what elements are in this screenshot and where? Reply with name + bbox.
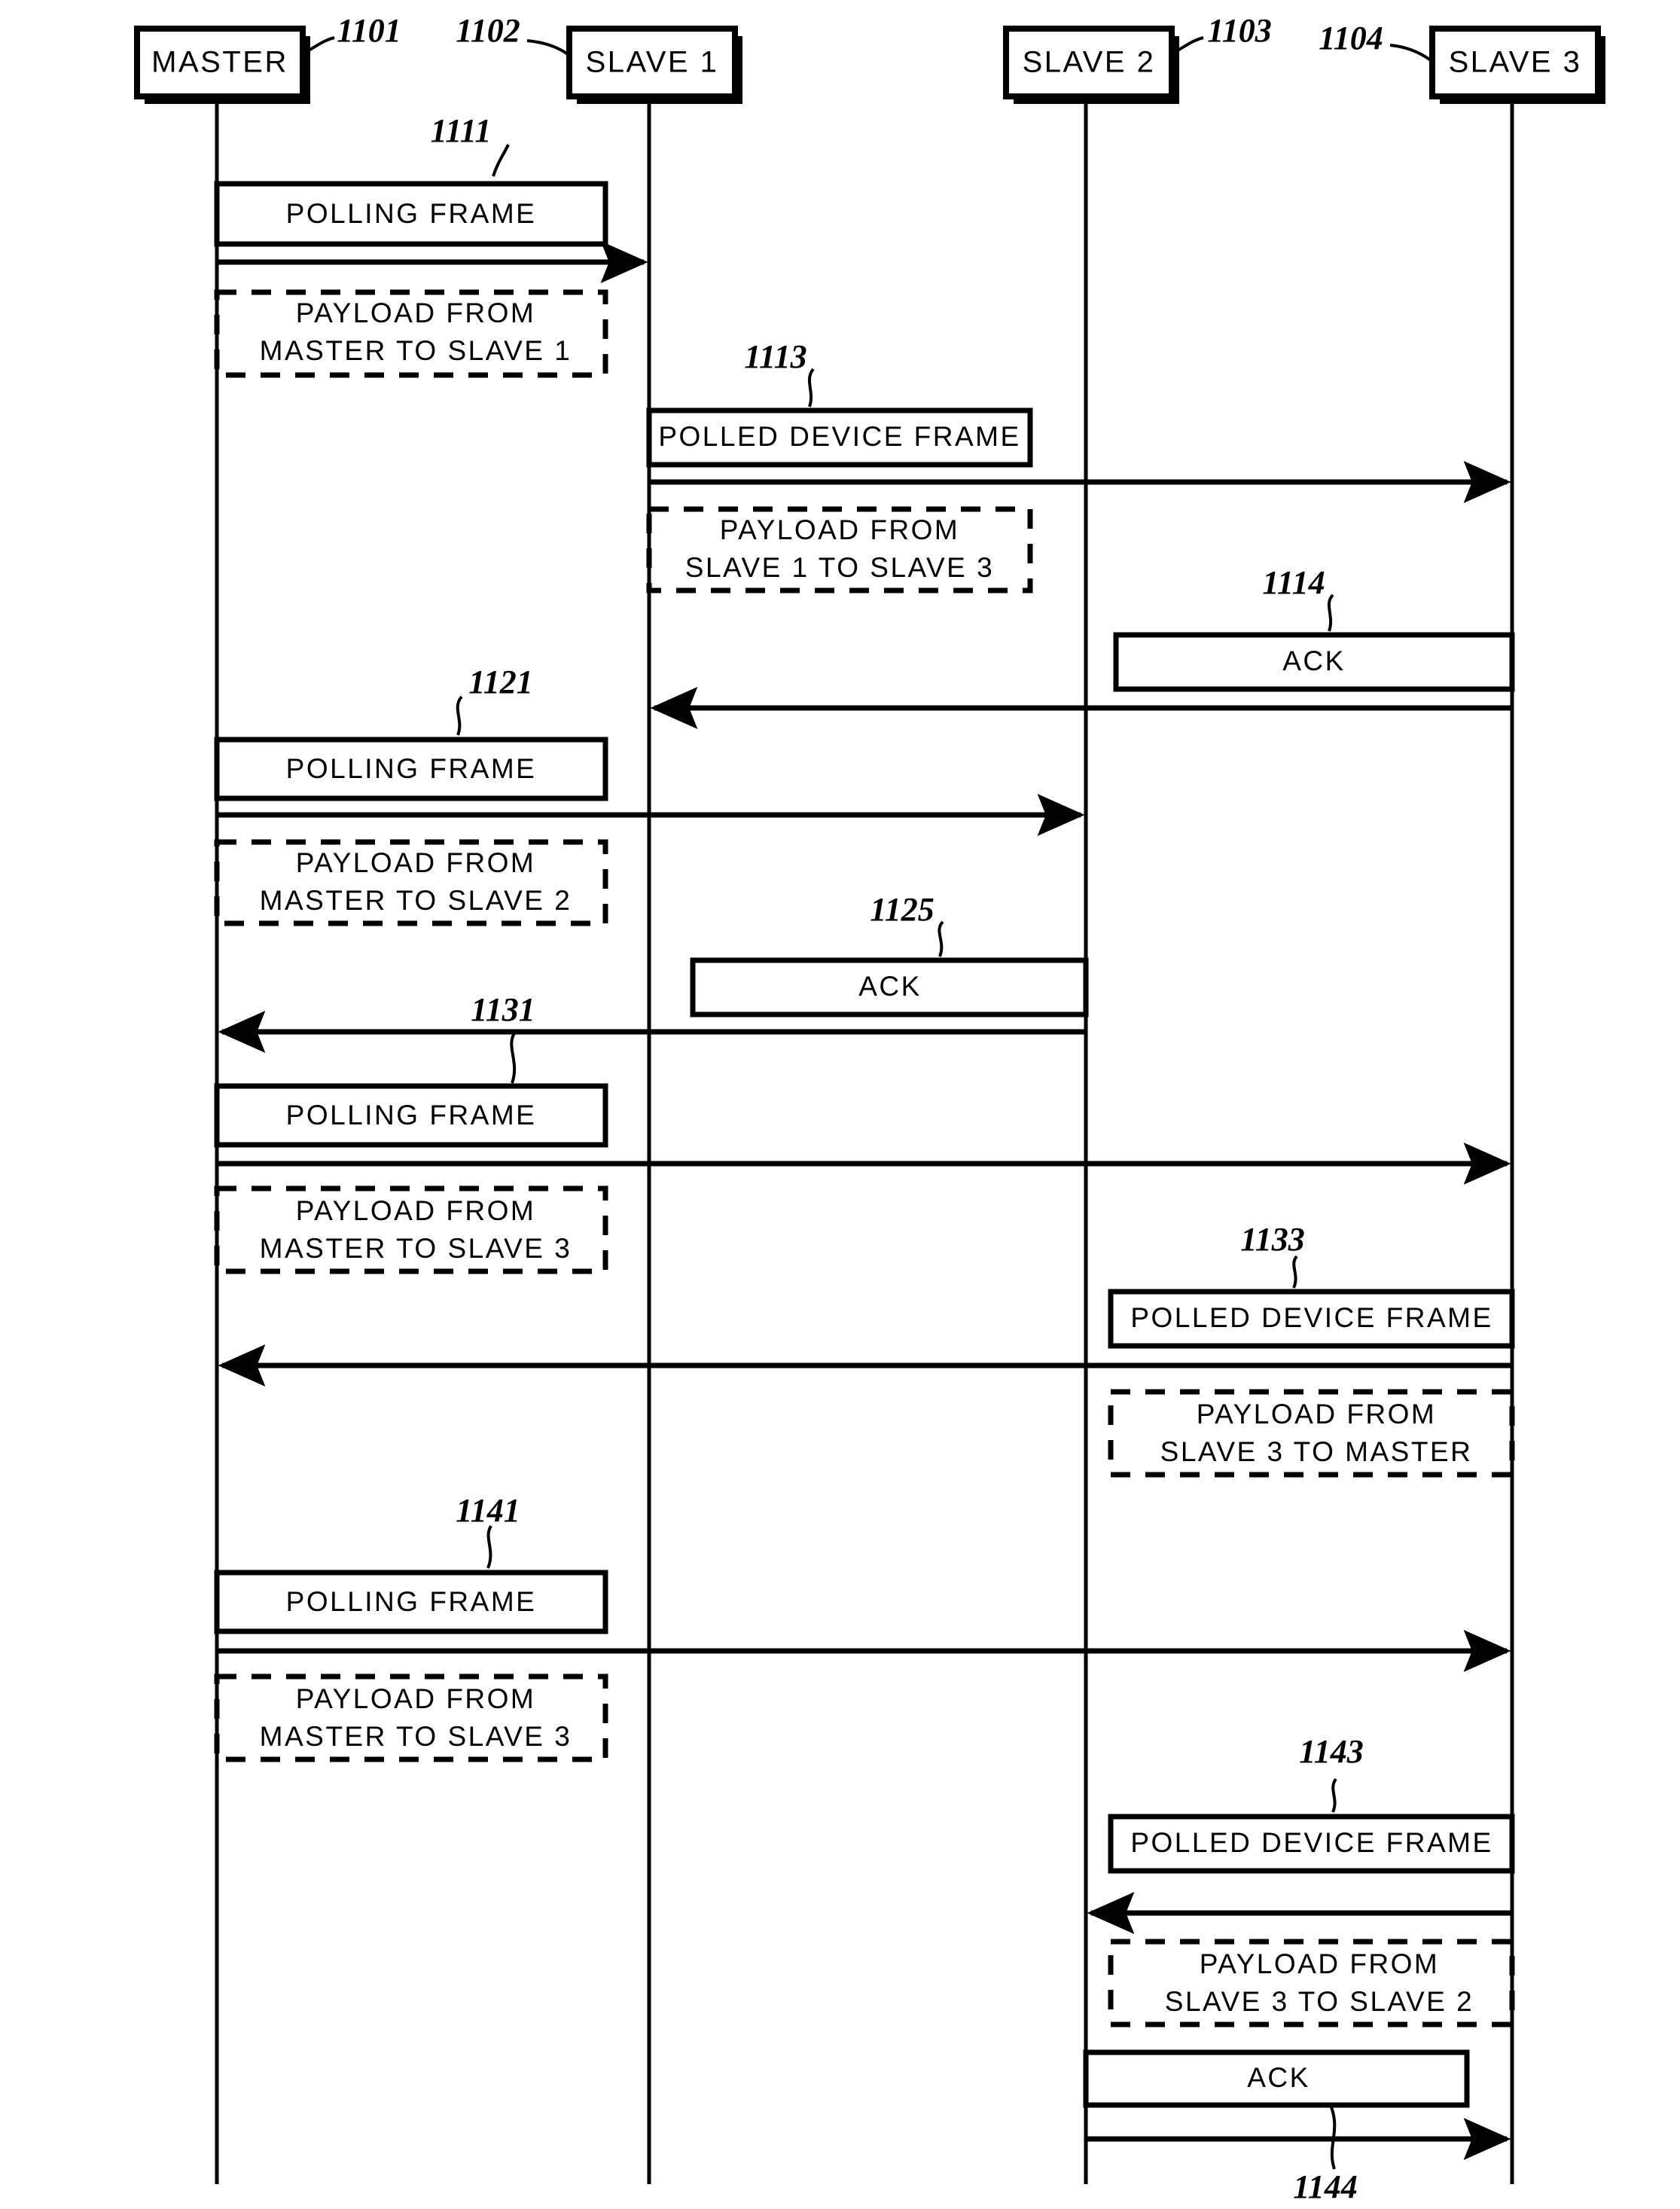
frame-1143-label: POLLED DEVICE FRAME (1130, 1827, 1492, 1858)
frame-1125[interactable]: ACK (218, 957, 1089, 1053)
payload-1111-line1: PAYLOAD FROM (296, 297, 536, 328)
ref-1101-label: 1101 (337, 12, 401, 49)
ref-1102-label: 1102 (456, 12, 520, 49)
node-slave3[interactable]: SLAVE 3 (1429, 26, 1605, 104)
payload-1133-line2: SLAVE 3 TO MASTER (1160, 1436, 1473, 1467)
frame-1121-label: POLLING FRAME (286, 753, 537, 784)
ref-1113: 1113 (744, 338, 815, 407)
ref-1114-label: 1114 (1262, 564, 1325, 601)
payload-slave3-to-master[interactable]: PAYLOAD FROM SLAVE 3 TO MASTER (1108, 1389, 1515, 1478)
ref-1143: 1143 (1299, 1733, 1364, 1813)
node-slave1[interactable]: SLAVE 1 (566, 26, 742, 104)
payload-1131-line2: MASTER TO SLAVE 3 (260, 1233, 572, 1264)
frame-1113-label: POLLED DEVICE FRAME (658, 421, 1020, 452)
payload-slave3-to-slave2[interactable]: PAYLOAD FROM SLAVE 3 TO SLAVE 2 (1108, 1939, 1515, 2027)
frame-1133-label: POLLED DEVICE FRAME (1130, 1302, 1492, 1333)
frame-1114[interactable]: ACK (650, 632, 1515, 729)
payload-1141-line1: PAYLOAD FROM (296, 1683, 536, 1714)
ref-1104-label: 1104 (1319, 20, 1383, 56)
ref-1121-label: 1121 (468, 664, 533, 700)
patent-figure-canvas: MASTER SLAVE 1 SLAVE 2 SLAVE 3 1101 1102… (0, 0, 1680, 2209)
payload-master-to-slave3-a[interactable]: PAYLOAD FROM MASTER TO SLAVE 3 (214, 1185, 608, 1274)
payload-1113-line1: PAYLOAD FROM (720, 514, 960, 545)
ref-1111-label: 1111 (431, 112, 492, 149)
payload-master-to-slave1[interactable]: PAYLOAD FROM MASTER TO SLAVE 1 (214, 289, 608, 378)
ref-1144: 1144 (1293, 2107, 1358, 2205)
node-slave1-label: SLAVE 1 (586, 46, 719, 79)
frame-1111[interactable]: POLLING FRAME (214, 181, 648, 283)
node-master[interactable]: MASTER (134, 26, 310, 104)
payload-1111-line2: MASTER TO SLAVE 1 (260, 335, 572, 366)
payload-master-to-slave3-b[interactable]: PAYLOAD FROM MASTER TO SLAVE 3 (214, 1674, 608, 1762)
frame-1111-label: POLLING FRAME (286, 198, 537, 229)
ref-1114: 1114 (1262, 564, 1334, 632)
ref-1125: 1125 (870, 891, 944, 957)
frame-1141[interactable]: POLLING FRAME (214, 1570, 1511, 1672)
payload-1131-line1: PAYLOAD FROM (296, 1195, 536, 1226)
ref-1125-label: 1125 (870, 891, 935, 928)
sequence-diagram-svg: MASTER SLAVE 1 SLAVE 2 SLAVE 3 1101 1102… (134, 12, 1605, 2205)
payload-1141-line2: MASTER TO SLAVE 3 (260, 1721, 572, 1752)
ref-1143-label: 1143 (1299, 1733, 1364, 1770)
ref-1121: 1121 (456, 664, 533, 736)
ref-1113-label: 1113 (744, 338, 806, 375)
payload-slave1-to-slave3[interactable]: PAYLOAD FROM SLAVE 1 TO SLAVE 3 (646, 506, 1033, 593)
node-ref-1103: 1103 (1172, 12, 1272, 54)
payload-master-to-slave2[interactable]: PAYLOAD FROM MASTER TO SLAVE 2 (214, 839, 608, 926)
node-slave2[interactable]: SLAVE 2 (1003, 26, 1179, 104)
frame-1131-label: POLLING FRAME (286, 1100, 537, 1130)
node-ref-1102: 1102 (456, 12, 569, 56)
payload-1133-line1: PAYLOAD FROM (1197, 1399, 1437, 1429)
node-slave2-label: SLAVE 2 (1023, 46, 1156, 79)
frame-1114-label: ACK (1282, 645, 1346, 676)
payload-1113-line2: SLAVE 1 TO SLAVE 3 (685, 552, 994, 583)
payload-1143-line1: PAYLOAD FROM (1200, 1948, 1440, 1979)
node-ref-1101: 1101 (303, 12, 401, 54)
ref-1141: 1141 (456, 1492, 520, 1569)
ref-1141-label: 1141 (456, 1492, 520, 1529)
frame-1113[interactable]: POLLED DEVICE FRAME (646, 407, 1511, 503)
ref-1133-label: 1133 (1240, 1221, 1305, 1258)
payload-1121-line2: MASTER TO SLAVE 2 (260, 885, 572, 916)
frame-1141-label: POLLING FRAME (286, 1586, 537, 1617)
payload-1121-line1: PAYLOAD FROM (296, 847, 536, 878)
payload-1143-line2: SLAVE 3 TO SLAVE 2 (1165, 1986, 1474, 2017)
frame-1133[interactable]: POLLED DEVICE FRAME (218, 1289, 1515, 1387)
frame-1131[interactable]: POLLING FRAME (214, 1083, 1511, 1185)
frame-1143[interactable]: POLLED DEVICE FRAME (1087, 1814, 1515, 1934)
ref-1131-label: 1131 (471, 991, 535, 1028)
node-slave3-label: SLAVE 3 (1449, 46, 1582, 79)
ref-1133: 1133 (1240, 1221, 1305, 1289)
ref-1131: 1131 (471, 991, 535, 1084)
ref-1103-label: 1103 (1207, 12, 1272, 49)
node-ref-1104: 1104 (1319, 20, 1432, 62)
node-master-label: MASTER (151, 46, 288, 79)
frame-1144-label: ACK (1247, 2062, 1310, 2093)
frame-1125-label: ACK (858, 971, 922, 1002)
frame-1144[interactable]: ACK (1083, 2049, 1511, 2160)
ref-1111: 1111 (431, 112, 510, 177)
ref-1144-label: 1144 (1293, 2168, 1358, 2205)
